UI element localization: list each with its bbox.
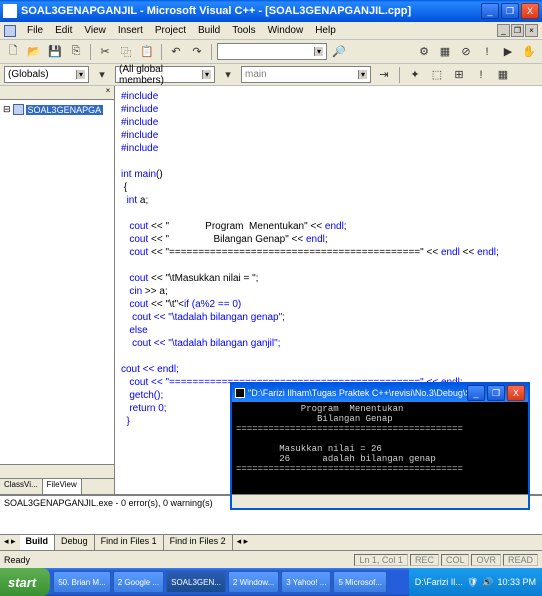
- taskbar: start 50. Brian M...2 Google ...SOAL3GEN…: [0, 568, 542, 596]
- output-tabs: ◂ ▸ Build Debug Find in Files 1 Find in …: [0, 534, 542, 550]
- console-scroll[interactable]: [232, 494, 528, 508]
- taskbar-item[interactable]: 5 Microsof...: [333, 571, 387, 593]
- workspace-sidebar: × ⊟ SOAL3GENAPGA ClassVi... FileView: [0, 86, 115, 494]
- mdi-icon: [4, 25, 16, 37]
- console-titlebar[interactable]: "D:\Farizi Ilham\Tugas Praktek C++\revis…: [232, 384, 528, 402]
- save-icon[interactable]: 💾: [46, 43, 64, 61]
- wiz1-icon[interactable]: ✦: [406, 66, 424, 84]
- tab-debug[interactable]: Debug: [55, 535, 95, 550]
- console-body: Program Menentukan Bilangan Genap ======…: [232, 402, 528, 494]
- wiz4-icon[interactable]: !: [472, 66, 490, 84]
- wiz5-icon[interactable]: ▦: [494, 66, 512, 84]
- titlebar: SOAL3GENAPGANJIL - Microsoft Visual C++ …: [0, 0, 542, 22]
- menu-window[interactable]: Window: [263, 24, 309, 37]
- tab-build[interactable]: Build: [20, 535, 56, 550]
- compile-icon[interactable]: ⚙: [415, 43, 433, 61]
- console-minimize-button[interactable]: _: [467, 385, 485, 401]
- taskbar-item[interactable]: SOAL3GEN...: [166, 571, 226, 593]
- sidebar-close-icon[interactable]: ×: [102, 86, 114, 99]
- standard-toolbar: 🗋 📂 💾 ⎘ ✂ ⿻ 📋 ↶ ↷ ▾ 🔎 ⚙ ▦ ⊘ ! ▶ ✋: [0, 40, 542, 64]
- class-combo[interactable]: (Globals)▾: [4, 66, 89, 83]
- stop-build-icon[interactable]: ⊘: [457, 43, 475, 61]
- taskbar-item[interactable]: 2 Google ...: [113, 571, 164, 593]
- minimize-button[interactable]: _: [481, 3, 499, 19]
- tree-root-node[interactable]: ⊟ SOAL3GENAPGA: [3, 103, 111, 116]
- mdi-minimize-button[interactable]: _: [497, 24, 510, 37]
- members-filter-icon[interactable]: ▾: [219, 66, 237, 84]
- menu-edit[interactable]: Edit: [50, 24, 77, 37]
- start-button[interactable]: start: [0, 568, 50, 596]
- mdi-close-button[interactable]: ×: [525, 24, 538, 37]
- tray-clock: 10:33 PM: [497, 577, 536, 587]
- console-maximize-button[interactable]: ❐: [487, 385, 505, 401]
- project-icon: [13, 104, 24, 115]
- find-icon[interactable]: 🔎: [330, 43, 348, 61]
- taskbar-item[interactable]: 50. Brian M...: [53, 571, 111, 593]
- redo-icon[interactable]: ↷: [188, 43, 206, 61]
- menu-file[interactable]: File: [22, 24, 48, 37]
- tray-item[interactable]: D:\Farizi Il...: [415, 577, 463, 587]
- tab-find2[interactable]: Find in Files 2: [164, 535, 233, 550]
- build-icon[interactable]: ▦: [436, 43, 454, 61]
- open-file-icon[interactable]: 📂: [25, 43, 43, 61]
- cut-icon[interactable]: ✂: [96, 43, 114, 61]
- tree-root-label: SOAL3GENAPGA: [26, 105, 104, 115]
- save-all-icon[interactable]: ⎘: [67, 43, 85, 61]
- wiz3-icon[interactable]: ⊞: [450, 66, 468, 84]
- menu-tools[interactable]: Tools: [227, 24, 260, 37]
- tab-classview[interactable]: ClassVi...: [0, 479, 43, 494]
- status-rec: REC: [410, 554, 439, 566]
- menu-project[interactable]: Project: [150, 24, 191, 37]
- status-read: READ: [503, 554, 538, 566]
- undo-icon[interactable]: ↶: [167, 43, 185, 61]
- status-position: Ln 1, Col 1: [354, 554, 408, 566]
- tab-find1[interactable]: Find in Files 1: [95, 535, 164, 550]
- tab-fileview[interactable]: FileView: [43, 479, 82, 494]
- execute-icon[interactable]: !: [478, 43, 496, 61]
- menu-view[interactable]: View: [79, 24, 111, 37]
- menu-build[interactable]: Build: [193, 24, 225, 37]
- menu-insert[interactable]: Insert: [113, 24, 148, 37]
- status-col: COL: [441, 554, 470, 566]
- console-window[interactable]: "D:\Farizi Ilham\Tugas Praktek C++\revis…: [230, 382, 530, 510]
- taskbar-item[interactable]: 3 Yahoo! ...: [281, 571, 331, 593]
- class-filter-icon[interactable]: ▾: [93, 66, 111, 84]
- statusbar: Ready Ln 1, Col 1 REC COL OVR READ: [0, 550, 542, 568]
- wizard-toolbar: (Globals)▾ ▾ (All global members)▾ ▾ mai…: [0, 64, 542, 86]
- sidebar-scroll[interactable]: [0, 464, 114, 478]
- console-close-button[interactable]: X: [507, 385, 525, 401]
- goto-icon[interactable]: ⇥: [375, 66, 393, 84]
- code-content: #include #include #include #include #inc…: [121, 90, 536, 428]
- go-icon[interactable]: ▶: [499, 43, 517, 61]
- new-file-icon[interactable]: 🗋: [4, 43, 22, 61]
- mdi-restore-button[interactable]: ❐: [511, 24, 524, 37]
- members-combo[interactable]: (All global members)▾: [115, 66, 215, 83]
- taskbar-item[interactable]: 2 Window...: [228, 571, 279, 593]
- window-title: SOAL3GENAPGANJIL - Microsoft Visual C++ …: [21, 5, 481, 17]
- maximize-button[interactable]: ❐: [501, 3, 519, 19]
- status-ovr: OVR: [471, 554, 501, 566]
- console-title: "D:\Farizi Ilham\Tugas Praktek C++\revis…: [248, 388, 467, 398]
- cmd-icon: [235, 388, 245, 398]
- function-combo[interactable]: main▾: [241, 66, 371, 83]
- breakpoint-icon[interactable]: ✋: [520, 43, 538, 61]
- wiz2-icon[interactable]: ⬚: [428, 66, 446, 84]
- close-button[interactable]: X: [521, 3, 539, 19]
- find-combo[interactable]: ▾: [217, 43, 327, 60]
- menubar: File Edit View Insert Project Build Tool…: [0, 22, 542, 40]
- app-icon: [3, 4, 17, 18]
- status-ready: Ready: [4, 555, 30, 565]
- file-tree[interactable]: ⊟ SOAL3GENAPGA: [0, 100, 114, 464]
- system-tray[interactable]: D:\Farizi Il... 🛡🔊 10:33 PM: [409, 568, 542, 596]
- paste-icon[interactable]: 📋: [138, 43, 156, 61]
- copy-icon[interactable]: ⿻: [117, 43, 135, 61]
- menu-help[interactable]: Help: [310, 24, 341, 37]
